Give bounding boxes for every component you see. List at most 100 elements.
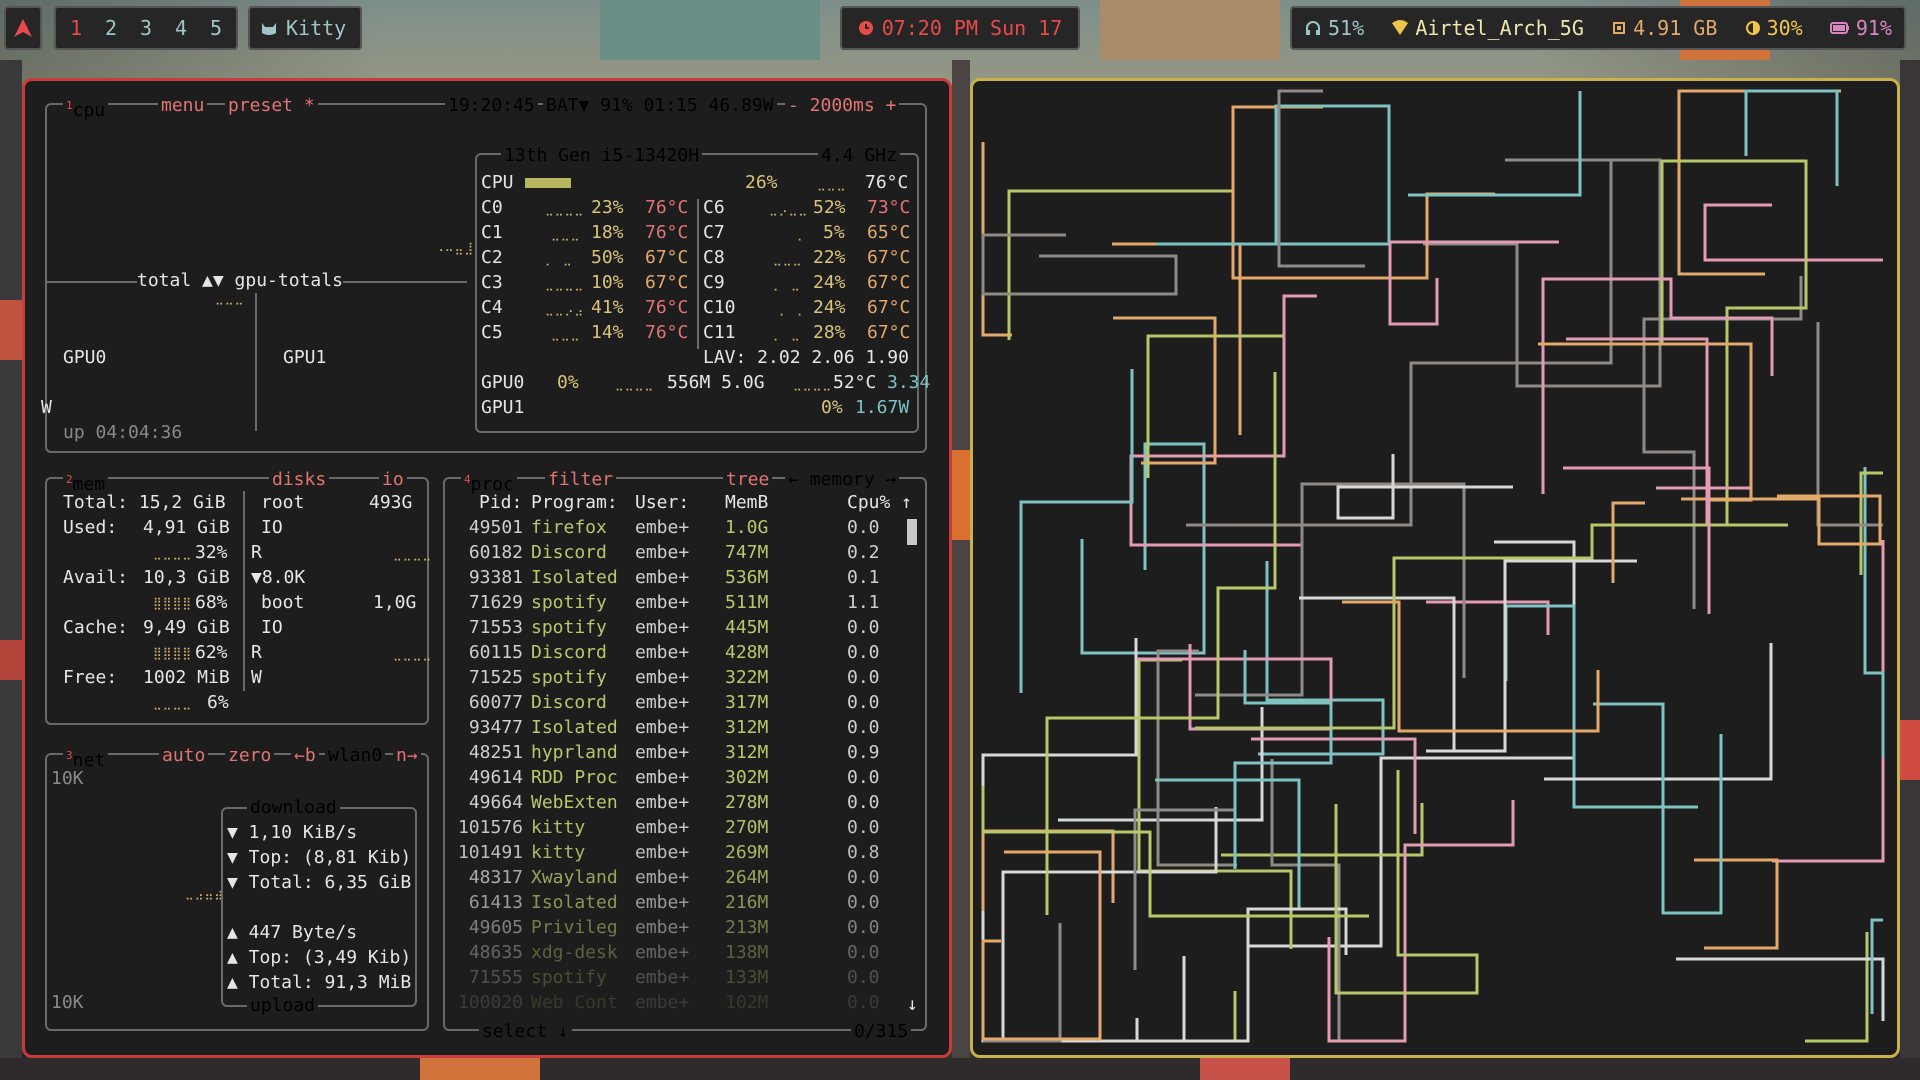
process-row[interactable]: 93477 Isolated embe+ 312M 0.0 xyxy=(455,716,915,741)
proc-user: embe+ xyxy=(635,642,690,663)
process-row[interactable]: 101576 kitty embe+ 270M 0.0 xyxy=(455,816,915,841)
volume-value: 51% xyxy=(1328,16,1365,40)
process-row[interactable]: 49501 firefox embe+ 1.0G 0.0 xyxy=(455,516,915,541)
proc-select-button[interactable]: select ↓ xyxy=(479,1021,572,1043)
scroll-down-arrow[interactable]: ↓ xyxy=(907,993,918,1017)
proc-program: Web Cont xyxy=(531,992,618,1013)
proc-memory: 536M xyxy=(725,567,769,588)
pipe-segment xyxy=(1703,203,1883,262)
proc-program: Discord xyxy=(531,692,607,713)
download-top: ▼ Top: (8,81 Kib) xyxy=(227,847,412,868)
pipe-segment xyxy=(1058,707,1264,822)
process-row[interactable]: 49605 Privileg embe+ 213M 0.0 xyxy=(455,916,915,941)
process-row[interactable]: 101491 kitty embe+ 269M 0.8 xyxy=(455,841,915,866)
preset-tab[interactable]: preset * xyxy=(225,95,318,117)
col-user[interactable]: User: xyxy=(635,491,689,515)
disk-root-io: IO xyxy=(261,517,283,538)
proc-memory: 102M xyxy=(725,992,769,1013)
proc-memory: 317M xyxy=(725,692,769,713)
col-mem[interactable]: MemB xyxy=(725,491,768,515)
process-row[interactable]: 71629 spotify embe+ 511M 1.1 xyxy=(455,591,915,616)
brightness-status[interactable]: 30% xyxy=(1745,16,1803,40)
net-scale-bottom: 10K xyxy=(51,992,84,1013)
watt-label: W xyxy=(41,397,52,418)
proc-cpu: 0.0 xyxy=(847,892,880,913)
process-row[interactable]: 100020 Web Cont embe+ 102M 0.0 xyxy=(455,991,915,1016)
process-row[interactable]: 48317 Xwayland embe+ 264M 0.0 xyxy=(455,866,915,891)
proc-memory: 747M xyxy=(725,542,769,563)
graph-toggle-label[interactable]: total ▲▼ gpu-totals xyxy=(137,269,343,293)
process-row[interactable]: 60077 Discord embe+ 317M 0.0 xyxy=(455,691,915,716)
cpu-tab[interactable]: 1cpu xyxy=(63,95,109,122)
pipe-segment xyxy=(1090,991,1237,1043)
net-auto-toggle[interactable]: auto xyxy=(159,745,209,767)
net-zero-toggle[interactable]: zero xyxy=(225,745,275,767)
arch-launcher-button[interactable] xyxy=(4,6,42,50)
btop-window[interactable]: 1cpu menu preset * 19:20:45 BAT▼ 91% 01:… xyxy=(22,78,952,1058)
process-row[interactable]: 61413 Isolated embe+ 216M 0.0 xyxy=(455,891,915,916)
proc-program: Xwayland xyxy=(531,867,618,888)
process-row[interactable]: 71555 spotify embe+ 133M 0.0 xyxy=(455,966,915,991)
update-interval-control[interactable]: - 2000ms + xyxy=(785,95,900,117)
disk-boot-size: 1,0G xyxy=(373,592,417,613)
gpu0-memory: 556M 5.0G xyxy=(667,372,765,393)
io-title[interactable]: io xyxy=(379,469,407,491)
net-next-interface[interactable]: n→ xyxy=(393,745,421,767)
workspace-4-button[interactable]: 4 xyxy=(169,16,193,40)
process-row[interactable]: 48251 hyprland embe+ 312M 0.9 xyxy=(455,741,915,766)
pipe-segment xyxy=(1342,600,1600,733)
memory-status[interactable]: 4.91 GB xyxy=(1611,16,1717,40)
disk-boot-label: boot xyxy=(261,592,305,613)
active-window-title[interactable]: Kitty xyxy=(248,6,362,50)
workspace-3-button[interactable]: 3 xyxy=(134,16,158,40)
core-row: C4 ⣀⣀⡠⣠ 41% 76°C xyxy=(481,296,701,321)
process-row[interactable]: 60182 Discord embe+ 747M 0.2 xyxy=(455,541,915,566)
upload-rate: ▲ 447 Byte/s xyxy=(227,922,358,943)
workspace-5-button[interactable]: 5 xyxy=(204,16,228,40)
clock-widget[interactable]: 07:20 PM Sun 17 xyxy=(840,6,1080,50)
proc-tree-toggle[interactable]: tree xyxy=(723,469,773,491)
process-row[interactable]: 71525 spotify embe+ 322M 0.0 xyxy=(455,666,915,691)
process-row[interactable]: 49614 RDD Proc embe+ 302M 0.0 xyxy=(455,766,915,791)
net-interface: wlan0 xyxy=(325,745,386,767)
proc-cpu: 0.0 xyxy=(847,642,880,663)
proc-program: xdg-desk xyxy=(531,942,618,963)
net-prev-interface[interactable]: ←b xyxy=(291,745,319,767)
mem-free-label: Free: xyxy=(63,667,118,688)
process-row[interactable]: 49664 WebExten embe+ 278M 0.0 xyxy=(455,791,915,816)
core-name: C7 xyxy=(703,222,725,243)
menu-tab[interactable]: menu xyxy=(158,95,208,117)
pipes-terminal-window[interactable] xyxy=(970,78,1900,1058)
gpu1-name: GPU1 xyxy=(481,397,525,418)
workspace-2-button[interactable]: 2 xyxy=(99,16,123,40)
download-rate: ▼ 1,10 KiB/s xyxy=(227,822,358,843)
core-name: C10 xyxy=(703,297,736,318)
proc-filter-button[interactable]: filter xyxy=(545,469,617,491)
proc-scrollbar[interactable] xyxy=(907,519,917,545)
col-cpu[interactable]: Cpu% ↑ xyxy=(847,491,912,515)
net-scale-top: 10K xyxy=(51,768,84,789)
proc-cpu: 0.0 xyxy=(847,767,880,788)
process-row[interactable]: 71553 spotify embe+ 445M 0.0 xyxy=(455,616,915,641)
volume-status[interactable]: 51% xyxy=(1304,16,1364,40)
workspace-1-button[interactable]: 1 xyxy=(64,16,88,40)
proc-pid: 93477 xyxy=(468,717,523,738)
wifi-status[interactable]: Airtel_Arch_5G xyxy=(1391,16,1584,40)
proc-pid: 49614 xyxy=(468,767,523,788)
process-row[interactable]: 93381 Isolated embe+ 536M 0.1 xyxy=(455,566,915,591)
download-title: download xyxy=(247,797,340,819)
col-pid[interactable]: Pid: xyxy=(479,491,522,515)
battery-status[interactable]: 91% xyxy=(1829,16,1892,40)
proc-sort-selector[interactable]: ← memory → xyxy=(785,469,900,491)
col-program[interactable]: Program: xyxy=(531,491,618,515)
proc-cpu: 0.0 xyxy=(847,867,880,888)
cpu-clock: 19:20:45 xyxy=(445,95,538,117)
battery-readout: BAT▼ 91% 01:15 46.89W xyxy=(543,95,777,117)
proc-user: embe+ xyxy=(635,842,690,863)
core-name: C11 xyxy=(703,322,736,343)
core-temp: 76°C xyxy=(645,197,689,218)
proc-memory: 138M xyxy=(725,942,769,963)
disks-title[interactable]: disks xyxy=(269,469,330,491)
process-row[interactable]: 48635 xdg-desk embe+ 138M 0.0 xyxy=(455,941,915,966)
process-row[interactable]: 60115 Discord embe+ 428M 0.0 xyxy=(455,641,915,666)
